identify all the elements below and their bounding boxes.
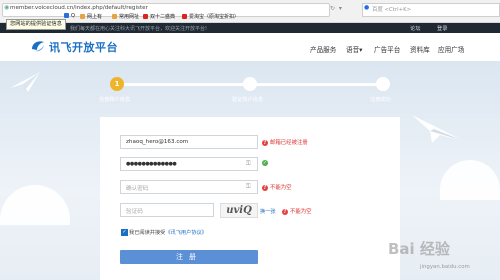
- tmall-icon: [143, 14, 148, 19]
- email-field[interactable]: zhaoq_hero@163.com: [120, 135, 258, 149]
- nav-app-square[interactable]: 应用广场: [438, 44, 464, 54]
- captcha-field[interactable]: 验证码: [120, 203, 214, 217]
- forum-link[interactable]: 论坛: [410, 25, 420, 32]
- email-error: ! 邮箱已经被注册: [262, 140, 308, 146]
- top-strip-text: 我们每天都在用心关注科大讯飞开放平台，欢迎关注开放平台!: [70, 26, 208, 32]
- user-agreement-link[interactable]: 《讯飞用户协议》: [165, 230, 207, 236]
- url-text: member.voicecloud.cn/index.php/default/r…: [10, 5, 148, 11]
- search-engine-icon: ●: [364, 4, 370, 11]
- error-icon: !: [262, 185, 268, 191]
- taobao-icon: [182, 14, 187, 19]
- bookmark-item[interactable]: 爱淘宝（原淘宝折扣）: [182, 13, 239, 20]
- step-label: 注册成功: [370, 97, 391, 103]
- step-label: 完善账户信息: [99, 97, 131, 103]
- email-value: zhaoq_hero@163.com: [126, 139, 189, 145]
- bookmark-item[interactable]: 双十二盛典: [143, 13, 175, 20]
- captcha-error: ! 不能为空: [282, 209, 312, 215]
- site-identity-icon[interactable]: ◉: [4, 4, 9, 11]
- register-button[interactable]: 注册: [120, 250, 258, 264]
- bookmark-item[interactable]: 常用网址: [112, 13, 139, 20]
- error-icon: !: [282, 209, 288, 215]
- bookmark-icon: [64, 13, 69, 18]
- confirm-password-field[interactable]: 确认密码 ⚿: [120, 180, 258, 194]
- reload-icon[interactable]: ↻ ▾: [330, 5, 343, 12]
- step-label: 验证账户信息: [232, 97, 264, 103]
- refresh-captcha-link[interactable]: 换一张: [260, 208, 276, 215]
- check-icon: ✓: [262, 160, 268, 166]
- logo-icon[interactable]: [30, 39, 46, 53]
- folder-icon: [80, 14, 85, 19]
- captcha-image[interactable]: uviQ: [220, 203, 258, 218]
- password-value: ●●●●●●●●●●●●●: [126, 161, 177, 167]
- folder-icon: [112, 14, 117, 19]
- captcha-placeholder: 验证码: [126, 209, 143, 215]
- nav-speech[interactable]: 语音▾: [346, 44, 363, 54]
- error-icon: !: [262, 140, 268, 146]
- watermark-url: jingyan.baidu.com: [420, 264, 470, 270]
- agree-label: 我已阅读并接受《讯飞用户协议》: [129, 230, 207, 236]
- confirm-error: ! 不能为空: [262, 185, 292, 191]
- nav-products[interactable]: 产品服务: [310, 44, 336, 54]
- login-link[interactable]: 登录: [437, 25, 447, 32]
- agree-checkbox[interactable]: ✓: [121, 229, 128, 236]
- nav-ad-platform[interactable]: 广告平台: [374, 44, 400, 54]
- step-indicator: [243, 77, 257, 91]
- baidu-watermark: Bai 经验: [388, 240, 450, 258]
- step-indicator: 1: [110, 77, 124, 91]
- site-logo[interactable]: 讯飞开放平台: [49, 39, 118, 55]
- key-icon[interactable]: ⚿: [246, 183, 253, 190]
- nav-library[interactable]: 资料库: [410, 44, 430, 54]
- bookmark-item[interactable]: 网上有: [80, 13, 102, 20]
- password-field[interactable]: ●●●●●●●●●●●●● ⚿: [120, 157, 258, 171]
- paper-plane-icon: [10, 72, 40, 92]
- paper-plane-icon: [412, 115, 464, 143]
- key-icon[interactable]: ⚿: [246, 160, 253, 167]
- search-placeholder: 百度 <Ctrl+K>: [372, 7, 412, 13]
- confirm-placeholder: 确认密码: [126, 186, 149, 192]
- step-indicator: [376, 77, 390, 91]
- tooltip: 您网站的提供验证信息: [6, 19, 66, 30]
